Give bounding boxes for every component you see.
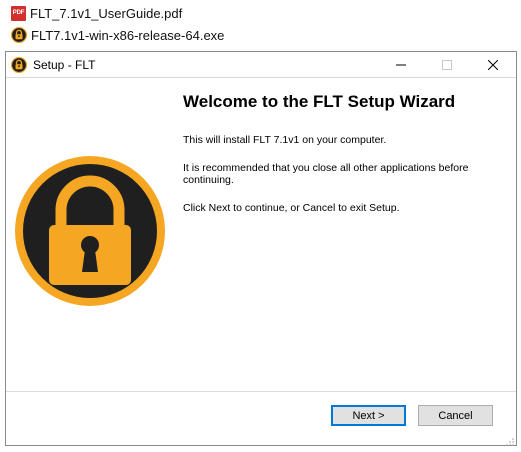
maximize-button[interactable] <box>424 52 470 78</box>
wizard-content: Welcome to the FLT Setup Wizard This wil… <box>183 92 503 214</box>
close-icon <box>488 60 498 70</box>
resize-grip[interactable] <box>505 434 515 446</box>
lock-illustration <box>14 155 166 307</box>
setup-window: Setup - FLT Welcome to the FLT Setup Wiz… <box>5 51 517 446</box>
wizard-heading: Welcome to the FLT Setup Wizard <box>183 92 456 111</box>
padlock-icon <box>15 156 165 306</box>
file-item-exe[interactable]: FLT7.1v1-win-x86-release-64.exe <box>11 25 224 45</box>
close-button[interactable] <box>470 52 516 78</box>
lock-app-icon <box>11 27 27 43</box>
wizard-text-recommend: It is recommended that you close all oth… <box>183 162 469 186</box>
file-item-pdf[interactable]: PDF FLT_7.1v1_UserGuide.pdf <box>11 3 182 23</box>
title-bar[interactable]: Setup - FLT <box>6 52 516 78</box>
wizard-text-instructions: Click Next to continue, or Cancel to exi… <box>183 202 400 214</box>
footer-divider <box>6 391 516 392</box>
next-button[interactable]: Next > <box>331 405 406 426</box>
wizard-text-install: This will install FLT 7.1v1 on your comp… <box>183 134 387 146</box>
cancel-button[interactable]: Cancel <box>418 405 493 426</box>
minimize-icon <box>396 64 406 66</box>
pdf-file-icon: PDF <box>11 5 26 21</box>
maximize-icon <box>442 60 452 70</box>
minimize-button[interactable] <box>378 52 424 78</box>
file-name: FLT_7.1v1_UserGuide.pdf <box>30 5 183 21</box>
window-title: Setup - FLT <box>33 57 96 72</box>
file-name: FLT7.1v1-win-x86-release-64.exe <box>31 27 225 43</box>
lock-app-icon <box>11 56 27 73</box>
